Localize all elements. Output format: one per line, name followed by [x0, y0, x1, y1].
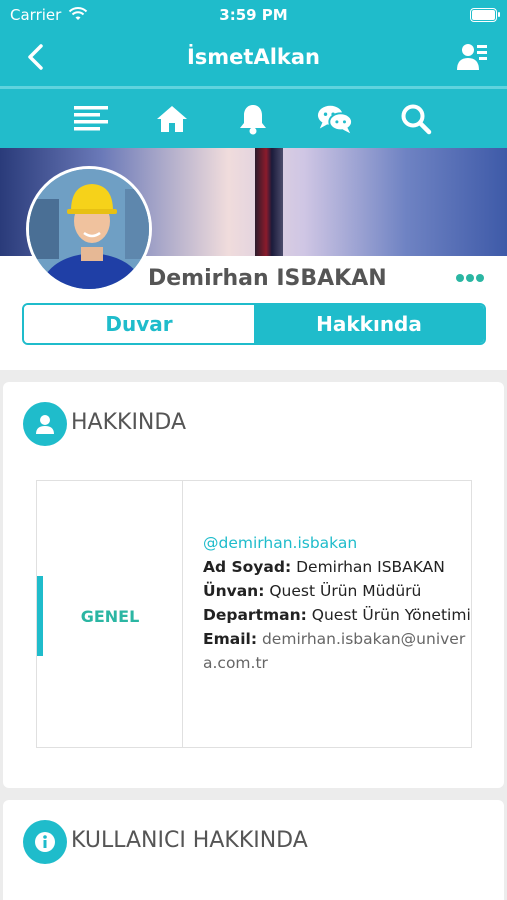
user-list-icon[interactable] — [455, 40, 489, 74]
page-title: İsmetAlkan — [186, 45, 320, 69]
field-key: Ad Soyad: — [203, 558, 292, 576]
user-about-section: KULLANICI HAKKINDA — [3, 800, 504, 900]
user-icon — [23, 402, 67, 446]
field-key: Ünvan: — [203, 582, 265, 600]
home-button[interactable] — [154, 101, 190, 137]
search-icon — [401, 104, 432, 134]
menu-button[interactable] — [73, 101, 109, 137]
avatar[interactable] — [26, 166, 152, 292]
info-icon — [23, 820, 67, 864]
search-button[interactable] — [398, 101, 434, 137]
username-handle[interactable]: @demirhan.isbakan — [203, 531, 471, 555]
about-table: GENEL @demirhan.isbakan Ad Soyad: Demirh… — [36, 480, 472, 748]
category-column: GENEL — [37, 481, 183, 747]
home-icon — [157, 105, 188, 132]
field-email: Email: demirhan.isbakan@univera.com.tr — [203, 627, 471, 675]
tab-hakkinda[interactable]: Hakkında — [254, 305, 484, 343]
worker-avatar-image — [29, 169, 149, 289]
field-key: Departman: — [203, 606, 307, 624]
navigation-bar: İsmetAlkan — [0, 30, 507, 86]
menu-icon — [73, 105, 108, 130]
about-section: HAKKINDA GENEL @demirhan.isbakan Ad Soya… — [3, 382, 504, 788]
field-value: Demirhan ISBAKAN — [296, 558, 445, 576]
status-bar: Carrier 3:59 PM — [0, 0, 507, 30]
field-name: Ad Soyad: Demirhan ISBAKAN — [203, 555, 471, 579]
profile-header: Demirhan ISBAKAN Duvar Hakkında — [0, 148, 507, 370]
cover-stripe — [255, 148, 283, 256]
profile-name: Demirhan ISBAKAN — [148, 266, 387, 291]
field-title: Ünvan: Quest Ürün Müdürü — [203, 579, 471, 603]
more-options-icon[interactable] — [455, 272, 485, 284]
main-toolbar — [0, 86, 507, 148]
field-value: Quest Ürün Yönetimi — [311, 606, 471, 624]
tab-duvar[interactable]: Duvar — [24, 305, 254, 343]
user-about-title: KULLANICI HAKKINDA — [71, 828, 308, 853]
category-label[interactable]: GENEL — [37, 607, 183, 626]
chat-icon — [317, 105, 353, 133]
field-department: Departman: Quest Ürün Yönetimi — [203, 603, 471, 627]
clock: 3:59 PM — [219, 6, 288, 24]
notifications-button[interactable] — [235, 101, 271, 137]
profile-tabs: Duvar Hakkında — [22, 303, 486, 345]
messages-button[interactable] — [317, 101, 353, 137]
battery-icon — [470, 8, 500, 22]
about-title: HAKKINDA — [71, 410, 186, 435]
about-details: @demirhan.isbakan Ad Soyad: Demirhan ISB… — [203, 531, 471, 675]
bell-icon — [240, 104, 267, 134]
field-value: Quest Ürün Müdürü — [269, 582, 422, 600]
field-key: Email: — [203, 630, 258, 648]
